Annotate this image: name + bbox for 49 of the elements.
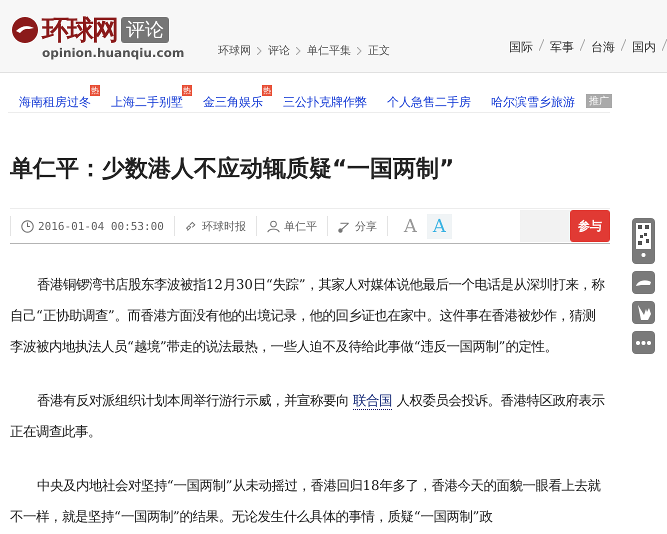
promo-link[interactable]: 金三角娱乐 [203, 95, 263, 109]
nav-link[interactable]: 国际 [509, 39, 533, 56]
breadcrumb-link[interactable]: 正文 [368, 43, 390, 58]
join-button[interactable]: 参与 [570, 210, 610, 242]
share-button[interactable]: 分享 [354, 218, 377, 234]
promo-link[interactable]: 个人急售二手房 [387, 95, 471, 109]
source-text: 环球时报 [202, 218, 246, 234]
breadcrumb-link[interactable]: 单仁平集 [307, 43, 351, 58]
share-weibo-button[interactable] [632, 271, 655, 294]
nav-link[interactable]: 台海 [591, 39, 615, 56]
clock-icon [21, 220, 34, 232]
site-domain: opinion.huanqiu.com [42, 46, 186, 60]
hot-badge: 热 [182, 85, 192, 96]
promo-link[interactable]: 上海二手别墅 [111, 95, 183, 109]
ad-label: 推广 [586, 94, 612, 108]
globe-logo-icon [12, 17, 38, 43]
article-paragraph: 中央及内地社会对坚持“一国两制”从未动摇过，香港回归18年多了，香港今天的面貌一眼看上去就不一样，就是坚持“一国两制”的结果。无论发生什么具体的事情，质疑“一国两制”政 [10, 478, 602, 527]
chevron-icon [257, 46, 262, 54]
promo-link[interactable]: 哈尔滨雪乡旅游 [491, 95, 575, 109]
promo-link[interactable]: 三公扑克牌作弊 [283, 95, 367, 109]
slash-icon [621, 39, 626, 51]
inline-link[interactable]: 联合国 [353, 394, 392, 410]
author-text: 单仁平 [284, 218, 317, 234]
hot-badge: 热 [90, 85, 100, 96]
nav-link[interactable]: 国内 [632, 39, 656, 56]
qr-code-button[interactable] [632, 218, 655, 264]
breadcrumb-link[interactable]: 环球网 [218, 43, 251, 58]
slash-icon [539, 39, 544, 51]
more-icon [636, 340, 651, 344]
breadcrumb-link[interactable]: 评论 [268, 43, 290, 58]
site-logo-text: 环球网 [42, 14, 117, 48]
slash-icon [580, 39, 585, 51]
hot-badge: 热 [262, 85, 272, 96]
chevron-icon [296, 46, 301, 54]
more-button[interactable] [632, 331, 655, 354]
promo-link[interactable]: 海南租房过冬 [19, 95, 91, 109]
person-icon [266, 220, 280, 232]
nav-link[interactable]: 军事 [550, 39, 574, 56]
section-badge: 评论 [121, 17, 169, 43]
chevron-icon [357, 46, 362, 54]
cloud-icon [635, 278, 652, 288]
article-paragraph: 香港铜锣湾书店股东李波被指12月30日“失踪”，其家人对媒体说他最后一个电话是从深圳打来，称自己“正协助调查”。而香港方面没有他的出境记录，他的回乡证也在家中。这件事在香港被炒作，猜测李波被内地执法人员“越境”带走的说法最热，一些人迫不及待给此事做“违反一国两制”的定性。 [10, 276, 605, 357]
publish-time: 2016-01-04 00:53:00 [38, 220, 164, 232]
link-icon [184, 220, 198, 232]
share-hand-button[interactable] [632, 301, 655, 324]
share-icon [338, 220, 351, 232]
slash-icon [662, 39, 667, 51]
article-paragraph: 香港有反对派组织计划本周举行游行示威，并宣称要向 联合国 人权委员会投诉。香港特区政府表示正在调查此事。 [10, 392, 605, 442]
article-title: 单仁平：少数港人不应动辄质疑“一国两制” [10, 155, 456, 184]
